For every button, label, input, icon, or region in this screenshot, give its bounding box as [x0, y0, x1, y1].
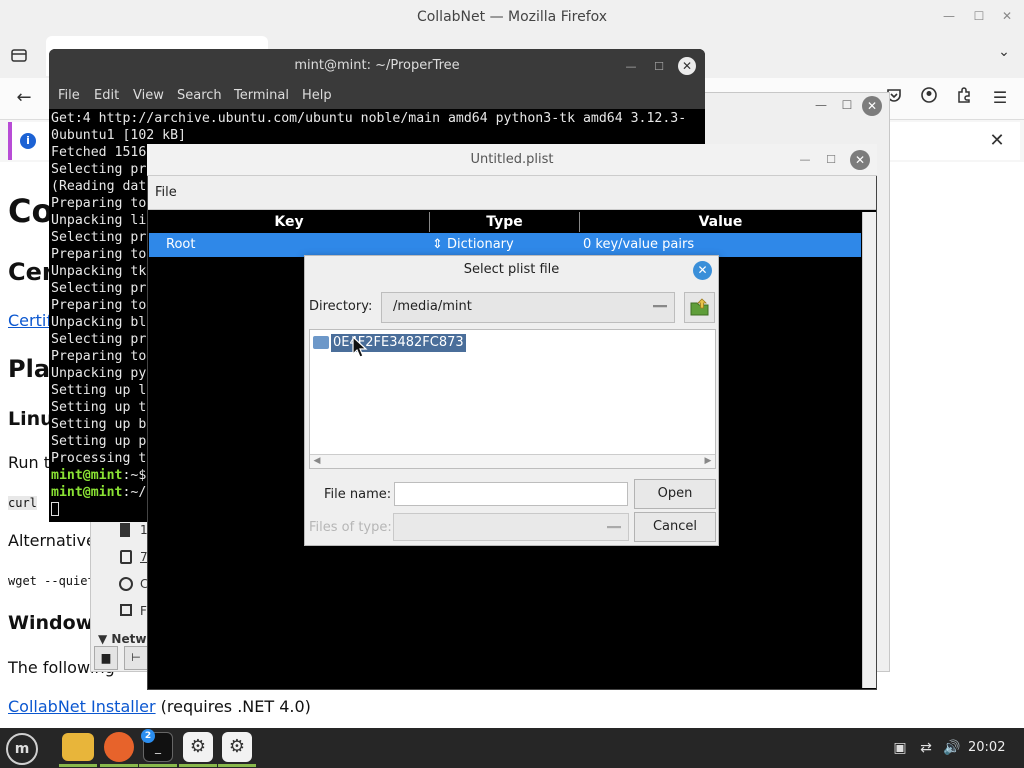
app-active-indicator [59, 764, 97, 767]
close-icon[interactable]: ✕ [693, 261, 712, 280]
column-type[interactable]: Type [430, 212, 580, 232]
maximize-icon[interactable]: ☐ [650, 58, 668, 76]
chevron-down-icon[interactable]: ⌄ [994, 44, 1014, 64]
cancel-button[interactable]: Cancel [634, 512, 716, 542]
app-active-indicator [179, 764, 217, 767]
curl-command: curl [8, 496, 37, 510]
app-active-indicator [139, 764, 177, 767]
scroll-right-icon[interactable]: ▶ [702, 455, 714, 467]
menu-edit[interactable]: Edit [94, 88, 119, 103]
network-section-label[interactable]: ▼ Netw [98, 632, 146, 646]
directory-label: Directory: [309, 299, 373, 314]
terminal-title: mint@mint: ~/ProperTree [294, 58, 460, 73]
dropdown-indicator-icon [653, 305, 667, 308]
close-icon[interactable]: ✕ [850, 150, 870, 170]
mouse-pointer-icon [352, 336, 368, 358]
folder-up-icon [690, 298, 709, 316]
usb-drive-icon [120, 523, 130, 537]
column-key[interactable]: Key [149, 212, 430, 232]
files-of-type-label: Files of type: [309, 520, 392, 535]
certificate-link[interactable]: Certif [8, 311, 52, 330]
minimize-icon[interactable]: — [942, 9, 956, 23]
parent-folder-button[interactable] [684, 292, 715, 323]
close-icon[interactable]: ✕ [986, 130, 1008, 152]
installer-line: CollabNet Installer (requires .NET 4.0) [8, 697, 311, 716]
maximize-icon[interactable]: ☐ [823, 152, 839, 168]
close-icon[interactable]: ✕ [862, 96, 882, 116]
file-name-label: File name: [324, 487, 392, 502]
vertical-scrollbar[interactable] [862, 212, 876, 688]
prompt-path: :~/ [122, 485, 147, 500]
network-icon[interactable]: ⇄ [916, 738, 936, 758]
terminal-line: Get:4 http://archive.ubuntu.com/ubuntu n… [51, 111, 687, 126]
app-active-indicator [218, 764, 256, 767]
propertree-menubar [148, 176, 876, 210]
installer-link[interactable]: CollabNet Installer [8, 697, 156, 716]
info-icon: i [20, 133, 36, 149]
close-icon[interactable]: ✕ [1000, 9, 1014, 23]
open-button[interactable]: Open [634, 479, 716, 509]
extensions-icon[interactable] [952, 86, 976, 110]
menu-view[interactable]: View [133, 88, 164, 103]
account-icon[interactable] [917, 86, 941, 110]
window-count-badge: 2 [141, 729, 155, 743]
menu-terminal[interactable]: Terminal [234, 88, 289, 103]
files-of-type-select[interactable] [393, 513, 629, 541]
menu-file[interactable]: File [58, 88, 80, 103]
horizontal-scrollbar[interactable] [310, 454, 715, 468]
prompt-user: mint@mint [51, 485, 123, 500]
dropdown-indicator-icon [607, 526, 621, 529]
dialog-title: Select plist file [463, 262, 560, 277]
gear-icon[interactable]: ⚙ [222, 732, 252, 762]
file-name-input[interactable] [394, 482, 628, 506]
root-type[interactable]: ⇕ Dictionary [432, 237, 514, 252]
scroll-left-icon[interactable]: ◀ [311, 455, 323, 467]
clock[interactable]: 20:02 [968, 740, 1005, 755]
app-active-indicator [100, 764, 138, 767]
root-key: Root [166, 237, 196, 252]
tab-list-icon[interactable] [10, 46, 30, 64]
page-title: Co [8, 192, 54, 230]
menu-search[interactable]: Search [177, 88, 222, 103]
maximize-icon[interactable]: ☐ [838, 96, 856, 114]
floppy-icon [120, 604, 132, 616]
close-icon[interactable]: ✕ [678, 57, 696, 75]
maximize-icon[interactable]: ☐ [972, 9, 986, 23]
drive-icon [120, 550, 132, 564]
installer-note: (requires .NET 4.0) [155, 697, 311, 716]
minimize-icon[interactable]: — [812, 96, 830, 114]
text-cursor [51, 502, 59, 516]
minimize-icon[interactable]: — [622, 58, 640, 76]
files-app-icon[interactable] [62, 733, 94, 761]
back-arrow-icon[interactable]: ← [12, 86, 36, 110]
prompt-user: mint@mint [51, 468, 123, 483]
propertree-title: Untitled.plist [470, 152, 554, 167]
directory-value: /media/mint [393, 299, 472, 314]
alternative-text: Alternative [8, 531, 96, 550]
menu-icon[interactable]: ☰ [988, 86, 1012, 110]
heading-linux: Linu [8, 408, 54, 430]
tree-view-icon[interactable]: ⊢ [124, 646, 148, 670]
firefox-window-title: CollabNet — Mozilla Firefox [416, 9, 608, 25]
minimize-icon[interactable]: — [797, 152, 813, 168]
folder-icon [313, 336, 329, 349]
root-value: 0 key/value pairs [583, 237, 695, 252]
menu-file[interactable]: File [155, 185, 177, 200]
volume-icon[interactable]: 🔊 [942, 738, 962, 758]
disc-icon [119, 577, 133, 591]
terminal-line: 0ubuntu1 [102 kB] [51, 128, 186, 143]
column-value[interactable]: Value [580, 212, 861, 232]
mint-menu-icon[interactable]: m [6, 733, 38, 765]
places-view-icon[interactable]: ▆ [94, 646, 118, 670]
menu-help[interactable]: Help [302, 88, 332, 103]
run-text: Run t [8, 453, 51, 472]
clipboard-icon[interactable]: ▣ [890, 738, 910, 758]
gear-icon[interactable]: ⚙ [183, 732, 213, 762]
network-label: Netw [111, 632, 147, 646]
firefox-app-icon[interactable] [104, 732, 134, 762]
prompt-path: :~$ [122, 468, 147, 483]
wget-command: wget --quiet [8, 574, 95, 588]
heading-certificates: Cer [8, 258, 54, 286]
